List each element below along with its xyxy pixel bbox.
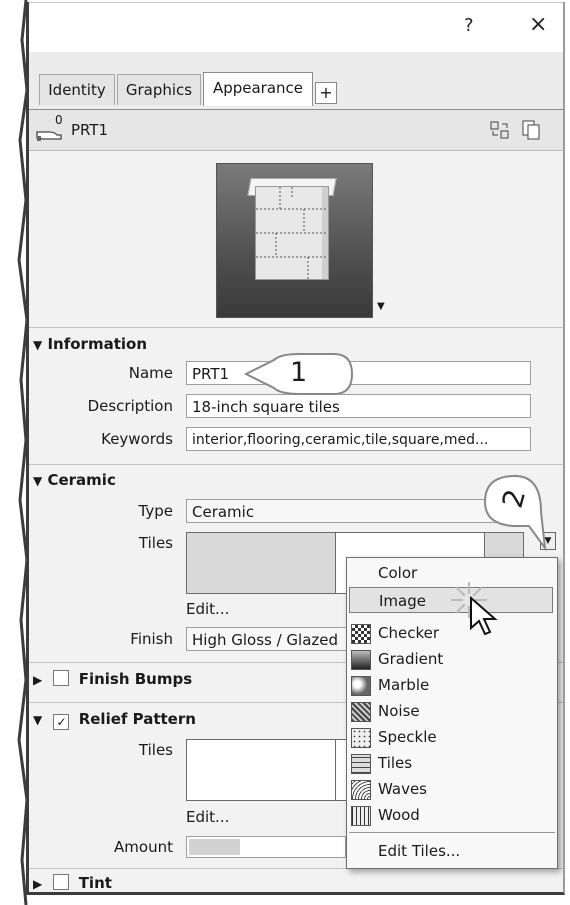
name-field[interactable]: PRT1 [186,361,531,385]
title-bar: ? × [29,2,563,53]
tile-color-swatch[interactable] [186,532,336,594]
relief-pattern-checkbox[interactable]: ✓ [53,714,70,730]
menu-separator [349,832,555,833]
menu-item-edit-tiles[interactable]: Edit Tiles... [347,838,557,864]
part-name: PRT1 [71,121,109,139]
expand-arrow-icon: ▶ [33,673,43,687]
menu-item-speckle[interactable]: Speckle [347,724,557,750]
wood-icon [351,806,371,826]
menu-item-label: Waves [378,780,427,798]
copy-icon[interactable] [521,119,543,145]
close-button[interactable]: × [529,12,547,37]
tab-identity[interactable]: Identity [39,74,115,105]
menu-item-tiles[interactable]: Tiles [347,750,557,776]
relief-pattern-title: Relief Pattern [78,710,196,728]
tab-appearance[interactable]: Appearance [203,72,313,106]
tiles-label: Tiles [138,534,173,552]
amount-slider[interactable] [186,836,346,858]
menu-item-waves[interactable]: Waves [347,776,557,802]
ceramic-section-header[interactable]: ▼ Ceramic [33,471,116,489]
preview-dropdown-arrow-icon[interactable]: ▼ [377,301,385,312]
gradient-icon [351,650,371,670]
name-label: Name [128,364,173,382]
menu-item-label: Gradient [378,650,444,668]
tab-bar: Identity Graphics Appearance + [29,52,563,110]
description-label: Description [87,397,173,415]
relief-tiles-label: Tiles [138,741,173,759]
information-section-header[interactable]: ▼ Information [33,335,147,353]
collapse-arrow-icon: ▼ [33,713,43,727]
menu-item-label: Marble [378,676,430,694]
callout-1: 1 [243,351,354,401]
description-field[interactable]: 18-inch square tiles [186,394,531,418]
information-title: Information [47,335,148,353]
relief-tile-swatch[interactable] [186,739,336,801]
relief-edit-link[interactable]: Edit... [186,808,229,826]
menu-item-label: Noise [378,702,420,720]
menu-item-label: Wood [378,806,420,824]
menu-item-marble[interactable]: Marble [347,672,557,698]
callout-1-number: 1 [290,357,308,388]
menu-item-label: Speckle [378,728,437,746]
relief-pattern-section-header[interactable]: ▼ ✓ Relief Pattern [33,710,196,730]
callout-2: 2 [479,472,559,556]
menu-item-label: Checker [378,624,440,642]
part-count: 0 [55,113,63,127]
help-button[interactable]: ? [464,15,474,36]
finish-bumps-title: Finish Bumps [78,670,193,688]
add-tab-button[interactable]: + [315,82,337,104]
divider [29,464,563,465]
noise-icon [351,702,371,722]
finish-bumps-section-header[interactable]: ▶ Finish Bumps [33,670,192,688]
keywords-field[interactable]: interior,flooring,ceramic,tile,square,me… [186,427,531,451]
tint-section-header[interactable]: ▶ Tint [33,874,112,892]
menu-item-wood[interactable]: Wood [347,802,557,828]
tint-title: Tint [78,874,112,892]
marble-icon [351,676,371,696]
tint-checkbox[interactable] [53,874,70,890]
keywords-label: Keywords [101,430,173,448]
ceramic-title: Ceramic [47,471,116,489]
collapse-arrow-icon: ▼ [33,338,43,352]
properties-panel: ? × Identity Graphics Appearance + 0 PRT… [26,2,565,895]
material-preview-image[interactable] [216,163,373,318]
mouse-pointer-icon [469,595,501,642]
sync-icon[interactable] [489,120,511,144]
expand-arrow-icon: ▶ [33,877,43,891]
finish-label: Finish [130,630,173,648]
menu-item-noise[interactable]: Noise [347,698,557,724]
tab-graphics[interactable]: Graphics [117,74,201,105]
tiles-icon [351,754,371,774]
part-header: 0 PRT1 [29,110,563,151]
menu-item-label: Image [379,592,426,610]
waves-icon [351,780,371,800]
menu-item-label: Color [378,564,418,582]
menu-item-label: Tiles [378,754,413,772]
collapse-arrow-icon: ▼ [33,474,43,488]
checker-icon [351,624,371,644]
menu-item-checker[interactable]: Checker [347,620,557,646]
amount-slider-fill [189,839,240,855]
menu-item-label: Edit Tiles... [378,842,461,860]
torn-edge-decoration [0,0,29,905]
ceramic-edit-link[interactable]: Edit... [186,600,229,618]
speckle-icon [351,728,371,748]
finish-bumps-checkbox[interactable] [53,670,70,686]
tile-cube [255,186,329,280]
menu-item-gradient[interactable]: Gradient [347,646,557,672]
amount-label: Amount [114,838,173,856]
type-label: Type [138,502,173,520]
divider [29,327,563,328]
preview-area: ▼ [29,151,563,327]
